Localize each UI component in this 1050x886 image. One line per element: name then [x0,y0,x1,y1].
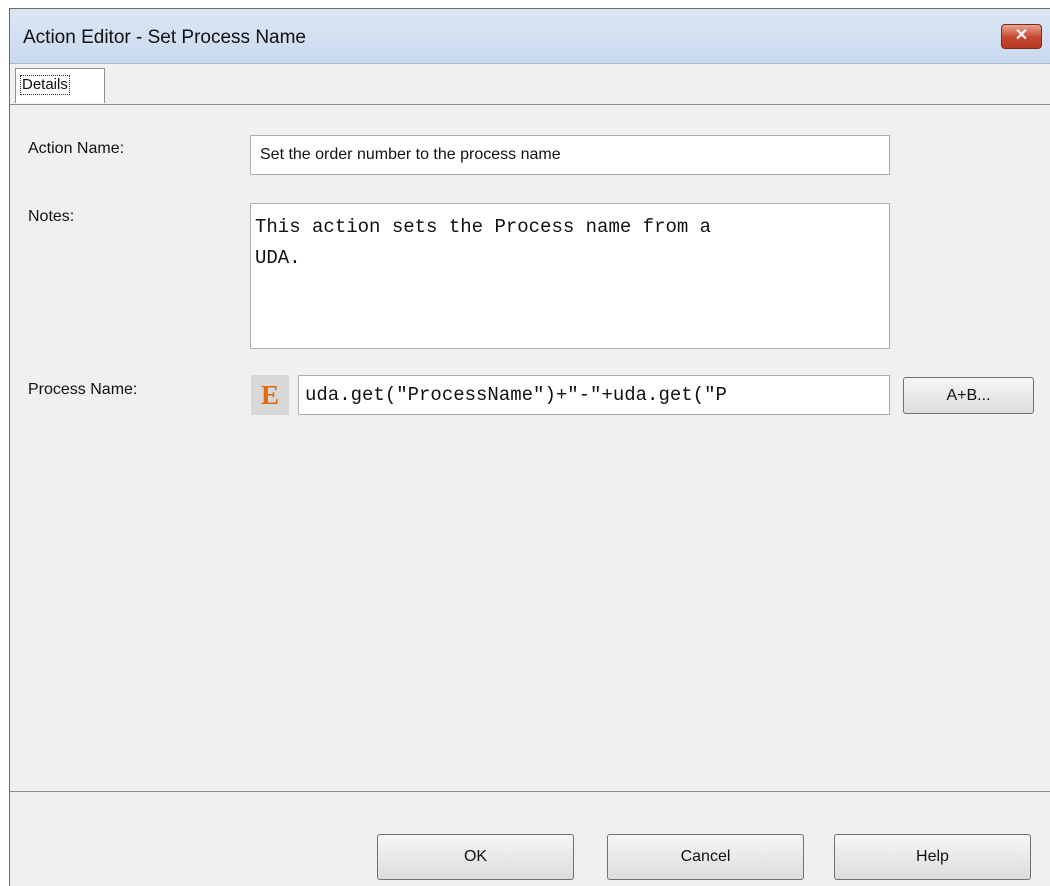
close-button[interactable]: ✕ [1001,24,1042,49]
cancel-button[interactable]: Cancel [607,834,804,880]
action-name-label: Action Name: [28,140,125,157]
close-icon: ✕ [1014,27,1029,44]
action-name-input[interactable]: Set the order number to the process name [250,135,890,175]
details-panel: Action Name: Set the order number to the… [10,104,1050,792]
process-name-label: Process Name: [28,381,138,398]
expression-builder-button[interactable]: A+B... [903,377,1034,414]
window-title: Action Editor - Set Process Name [23,27,306,48]
notes-textarea[interactable]: This action sets the Process name from a… [250,203,890,349]
tab-details-label: Details [20,75,70,95]
tab-strip: Details [10,64,1050,104]
ok-button[interactable]: OK [377,834,574,880]
help-button[interactable]: Help [834,834,1031,880]
process-name-input[interactable]: uda.get("ProcessName")+"-"+uda.get("P [298,375,890,415]
notes-label: Notes: [28,208,75,225]
title-bar[interactable]: Action Editor - Set Process Name ✕ [10,9,1050,64]
tab-details[interactable]: Details [15,68,105,103]
action-editor-dialog: Action Editor - Set Process Name ✕ Detai… [9,8,1050,886]
expression-icon: E [251,375,289,415]
